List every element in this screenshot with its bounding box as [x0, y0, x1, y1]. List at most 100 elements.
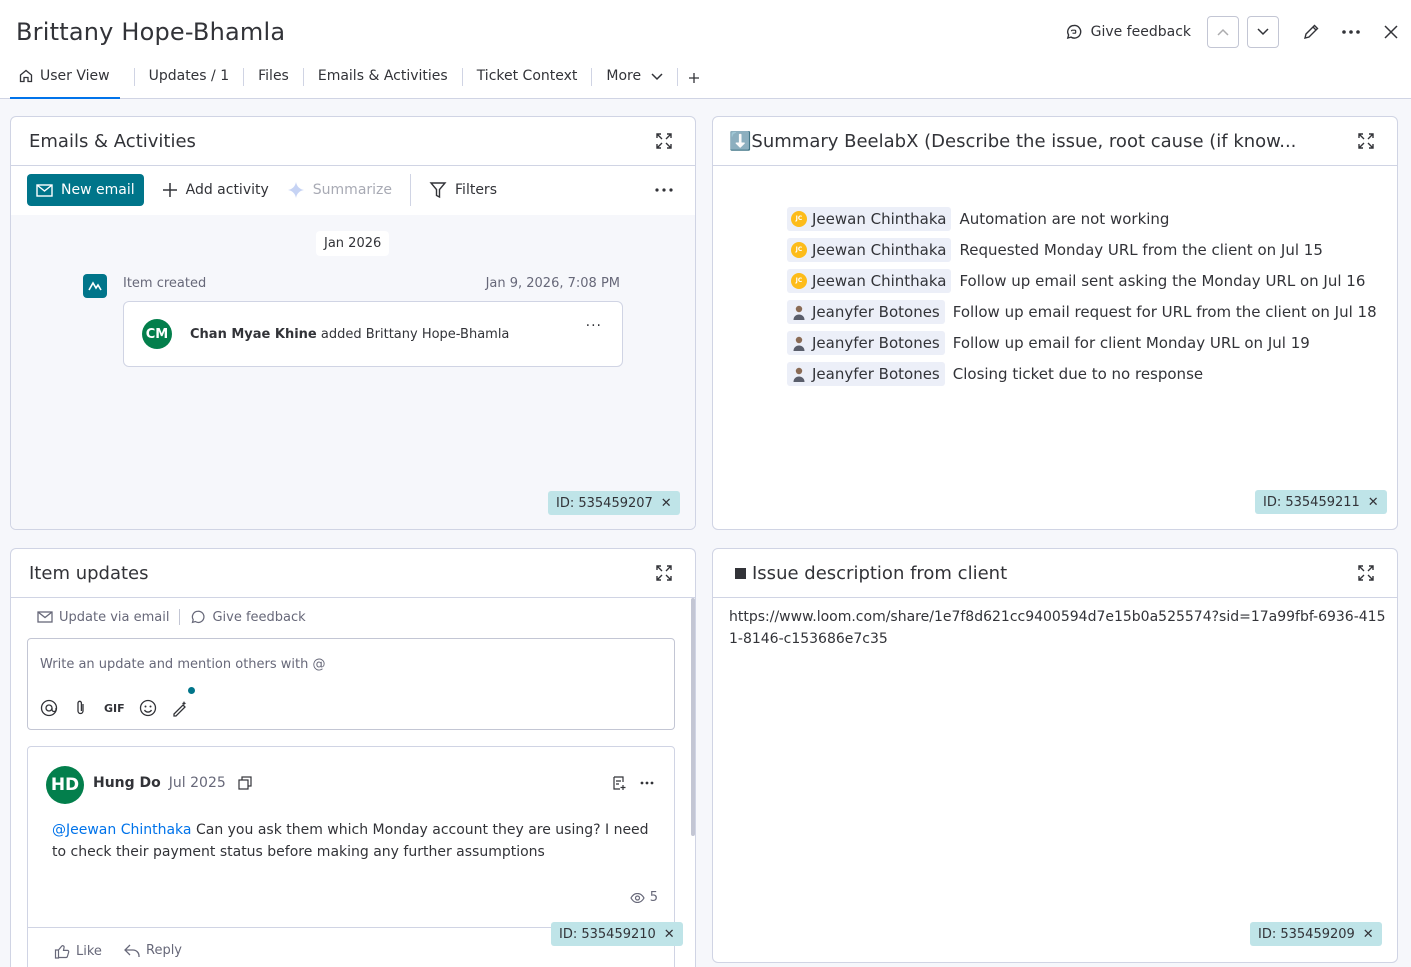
close-icon[interactable]: ✕ [664, 927, 675, 942]
person-chip[interactable]: JC Jeewan Chinthaka [787, 268, 952, 293]
close-icon[interactable]: ✕ [1368, 495, 1379, 510]
date-group-label: Jan 2026 [316, 231, 390, 256]
widget-title: Issue description from client [752, 562, 1008, 584]
views-count[interactable]: 5 [630, 890, 658, 905]
task-icon[interactable] [612, 775, 628, 791]
summarize-button[interactable]: Summarize [287, 181, 392, 199]
view-tabs: User View Updates / 1 Files Emails & Act… [10, 62, 700, 99]
tab-emails-activities[interactable]: Emails & Activities [318, 62, 448, 99]
composer-placeholder: Write an update and mention others with … [40, 657, 326, 672]
person-chip[interactable]: Jeanyfer Botones [787, 361, 945, 386]
person-chip[interactable]: JC Jeewan Chinthaka [787, 206, 952, 231]
list-item: Jeanyfer Botones Follow up email for cli… [787, 327, 1377, 358]
person-name: Jeewan Chinthaka [812, 240, 947, 259]
more-horizontal-icon[interactable] [640, 781, 654, 785]
post-date: Jul 2025 [168, 775, 226, 791]
person-chip[interactable]: Jeanyfer Botones [787, 299, 945, 324]
add-activity-button[interactable]: Add activity [162, 182, 269, 198]
more-options-button[interactable] [1335, 16, 1367, 48]
like-button[interactable]: Like [54, 943, 102, 959]
tab-ticket-context[interactable]: Ticket Context [477, 62, 578, 99]
activity-card[interactable]: CM Chan Myae Khine added Brittany Hope-B… [123, 301, 623, 367]
close-button[interactable] [1375, 16, 1407, 48]
tab-divider [243, 68, 245, 86]
tab-user-view[interactable]: User View [10, 62, 120, 99]
close-icon[interactable]: ✕ [661, 496, 672, 511]
widget-id-tag: ID: 535459210 ✕ [551, 922, 683, 946]
tab-label: More [606, 68, 642, 84]
list-item: JC Jeewan Chinthaka Automation are not wo… [787, 203, 1377, 234]
person-name: Jeanyfer Botones [812, 302, 940, 321]
tab-more[interactable]: More [606, 62, 663, 99]
post-body: @Jeewan Chinthaka Can you ask them which… [52, 819, 662, 863]
new-email-button[interactable]: New email [27, 174, 144, 206]
tab-divider [591, 68, 593, 86]
expand-icon[interactable] [1357, 564, 1375, 582]
more-horizontal-icon[interactable] [655, 187, 673, 193]
activity-actor: Chan Myae Khine [190, 326, 317, 342]
activity-more-button[interactable]: ··· [586, 318, 602, 334]
reply-label: Reply [146, 943, 183, 958]
tab-files[interactable]: Files [258, 62, 289, 99]
square-icon [735, 567, 746, 579]
reply-icon [124, 944, 140, 957]
new-email-label: New email [61, 182, 135, 198]
scrollbar[interactable] [691, 598, 695, 836]
plus-icon [689, 73, 700, 83]
previous-item-button[interactable] [1207, 16, 1239, 48]
reply-button[interactable]: Reply [124, 943, 182, 958]
avatar: HD [46, 766, 84, 804]
expand-icon[interactable] [1357, 132, 1375, 150]
widget-title: ⬇️Summary BeelabX (Describe the issue, r… [729, 130, 1297, 152]
close-icon[interactable]: ✕ [1363, 927, 1374, 942]
tab-updates[interactable]: Updates / 1 [149, 62, 230, 99]
tab-label: Ticket Context [476, 68, 578, 84]
attachment-icon[interactable] [72, 699, 90, 717]
like-label: Like [76, 943, 102, 959]
person-chip[interactable]: Jeanyfer Botones [787, 330, 945, 355]
divider [179, 609, 181, 625]
feedback-icon [1066, 24, 1081, 40]
give-feedback-button[interactable]: Give feedback [1065, 23, 1191, 41]
activity-description: Chan Myae Khine added Brittany Hope-Bham… [190, 327, 509, 342]
pencil-icon [1304, 24, 1319, 39]
issue-description-widget: Issue description from client https://ww… [712, 548, 1398, 963]
expand-icon[interactable] [655, 132, 673, 150]
mention-icon[interactable] [40, 699, 58, 717]
give-feedback-link[interactable]: Give feedback [212, 610, 305, 625]
updates-actions: Update via email Give feedback [37, 609, 306, 625]
eye-icon [630, 892, 645, 903]
person-chip[interactable]: JC Jeewan Chinthaka [787, 237, 952, 262]
copy-icon[interactable] [238, 776, 252, 790]
update-via-email-link[interactable]: Update via email [59, 610, 169, 625]
widget-header: Item updates [11, 549, 695, 598]
widget-id: ID: 535459207 [556, 495, 653, 511]
close-icon [1384, 25, 1398, 39]
toolbar-divider [410, 174, 412, 206]
update-composer[interactable]: Write an update and mention others with … [27, 638, 675, 730]
post-author[interactable]: Hung Do [93, 775, 161, 791]
mention-link[interactable]: @Jeewan Chinthaka [52, 822, 192, 838]
item-title[interactable]: Brittany Hope-Bhamla [16, 18, 285, 46]
avatar: JC [791, 241, 807, 258]
expand-icon[interactable] [655, 564, 673, 582]
summary-list: JC Jeewan Chinthaka Automation are not wo… [787, 203, 1377, 389]
activity-label: Item created [123, 276, 207, 291]
summary-widget: ⬇️Summary BeelabX (Describe the issue, r… [712, 116, 1398, 530]
mail-icon [37, 611, 53, 623]
ai-pen-icon[interactable] [171, 699, 189, 717]
person-name: Jeanyfer Botones [812, 333, 940, 352]
filters-button[interactable]: Filters [429, 181, 497, 199]
add-view-button[interactable] [689, 62, 700, 99]
summary-text: Requested Monday URL from the client on … [959, 240, 1323, 259]
widget-id-tag: ID: 535459211 ✕ [1255, 490, 1387, 514]
emoji-icon[interactable] [139, 699, 157, 717]
item-created-icon [83, 274, 107, 298]
issue-description-text[interactable]: https://www.loom.com/share/1e7f8d621cc94… [729, 606, 1389, 650]
home-icon [19, 69, 33, 83]
next-item-button[interactable] [1247, 16, 1279, 48]
person-name: Jeewan Chinthaka [812, 209, 947, 228]
gif-button[interactable]: GIF [104, 702, 125, 715]
edit-button[interactable] [1295, 16, 1327, 48]
summary-text: Follow up email sent asking the Monday U… [959, 271, 1366, 290]
